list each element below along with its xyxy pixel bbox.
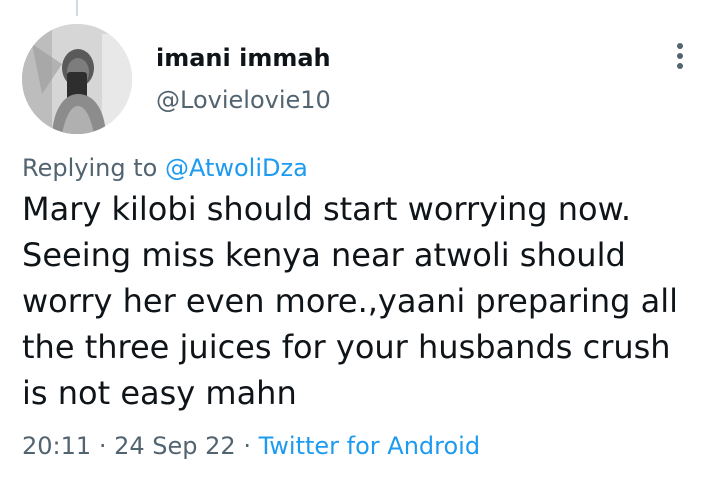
more-vertical-icon: [677, 43, 683, 69]
tweet-metadata: 20:11 · 24 Sep 22 · Twitter for Android: [22, 432, 480, 460]
author-handle[interactable]: @Lovielovie10: [156, 86, 331, 114]
replying-to-label: Replying to: [22, 154, 158, 182]
tweet-text: Mary kilobi should start worrying now. S…: [22, 186, 712, 416]
author-name[interactable]: imani immah: [156, 44, 331, 72]
tweet-text-line: the three juices for your husbands crush: [22, 328, 671, 366]
meta-separator: ·: [98, 432, 107, 460]
more-options-button[interactable]: [664, 36, 696, 76]
tweet-date[interactable]: 24 Sep 22: [114, 432, 236, 460]
avatar-photo: [22, 24, 132, 134]
tweet-text-line: is not easy mahn: [22, 374, 297, 412]
tweet-text-line: Seeing miss kenya near atwoli should: [22, 236, 626, 274]
avatar[interactable]: [22, 24, 132, 134]
tweet-time[interactable]: 20:11: [22, 432, 91, 460]
tweet-text-line: Mary kilobi should start worrying now.: [22, 190, 631, 228]
replying-to: Replying to @AtwoliDza: [22, 154, 308, 182]
thread-connector-line: [76, 0, 78, 16]
tweet-source-link[interactable]: Twitter for Android: [259, 432, 480, 460]
tweet-text-line: worry her even more.,yaani preparing all: [22, 282, 678, 320]
meta-separator: ·: [243, 432, 251, 460]
replying-to-mention-link[interactable]: @AtwoliDza: [165, 154, 308, 182]
